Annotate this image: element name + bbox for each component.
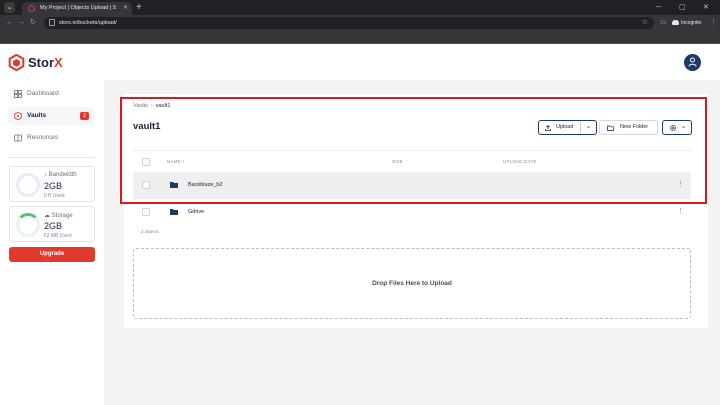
bookmarks-bar <box>0 31 720 44</box>
cloud-icon: ☁ <box>44 213 52 219</box>
app-header: StorX <box>0 44 720 80</box>
row-name[interactable]: Gdrive <box>188 199 204 225</box>
tab-search-button[interactable]: ⌄ <box>4 2 15 13</box>
sidebar: Dashboard Vaults 2 Resources ↓ Bandwidth… <box>0 80 104 405</box>
storx-favicon-icon <box>28 5 35 12</box>
address-bar[interactable]: storx.io/buckets/upload/ ☆ <box>44 17 654 29</box>
breadcrumb-current: vault1 <box>155 103 171 109</box>
bandwidth-progress-ring <box>16 173 40 197</box>
brand-name: StorX <box>28 55 63 70</box>
row-more-icon[interactable]: ⋮ <box>677 172 684 198</box>
upload-icon <box>545 125 551 131</box>
settings-button[interactable]: ⌄ <box>662 120 692 135</box>
folder-icon <box>170 182 178 188</box>
upload-dropzone[interactable]: Drop Files Here to Upload <box>133 248 691 319</box>
bandwidth-title: ↓ Bandwidth <box>44 172 77 178</box>
page-title: vault1 <box>133 121 161 132</box>
table-row[interactable]: Gdrive ⋮ <box>133 199 691 225</box>
sidebar-item-dashboard[interactable]: Dashboard <box>8 85 95 103</box>
reload-icon[interactable]: ↻ <box>30 18 36 28</box>
storage-value: 2GB <box>44 221 63 231</box>
browser-menu-icon[interactable]: ⋮ <box>710 18 717 28</box>
upgrade-button[interactable]: Upgrade <box>9 247 95 262</box>
site-info-icon[interactable] <box>49 19 55 26</box>
row-checkbox[interactable] <box>142 181 150 189</box>
incognito-icon <box>672 20 679 25</box>
row-name[interactable]: Backblaze_b2 <box>188 172 223 198</box>
vault-count-badge: 2 <box>80 112 89 120</box>
dropzone-text: Drop Files Here to Upload <box>372 280 452 287</box>
sidebar-divider <box>8 157 95 158</box>
storage-progress-ring <box>16 213 40 237</box>
user-avatar[interactable] <box>684 54 701 71</box>
tab-title: My Project | Objects Upload | S <box>40 5 117 11</box>
table-row[interactable]: Backblaze_b2 ⋮ <box>133 172 691 198</box>
sidebar-item-resources[interactable]: Resources <box>8 129 95 147</box>
column-name-header[interactable]: NAME ↑ <box>167 151 185 173</box>
browser-tab[interactable]: My Project | Objects Upload | S ✕ <box>22 2 132 15</box>
object-count: 2 objects <box>141 229 160 234</box>
folder-icon <box>170 209 178 215</box>
new-folder-button[interactable]: New Folder <box>599 120 658 135</box>
breadcrumb-chevron-icon: › <box>150 103 153 109</box>
upload-split-divider <box>580 122 581 133</box>
tab-close-icon[interactable]: ✕ <box>123 2 128 15</box>
bandwidth-card: ↓ Bandwidth 2GB 0 B Used <box>9 166 95 202</box>
new-tab-button[interactable]: + <box>136 1 142 14</box>
dashboard-icon <box>14 90 22 98</box>
bandwidth-value: 2GB <box>44 181 63 191</box>
new-folder-icon <box>607 125 614 131</box>
browser-toolbar: ← → ↻ storx.io/buckets/upload/ ☆ ▭ Incog… <box>0 15 720 31</box>
gear-icon <box>669 124 677 132</box>
upload-options-chevron-icon[interactable]: ⌄ <box>586 121 591 134</box>
sidebar-item-vaults[interactable]: Vaults 2 <box>8 107 95 125</box>
forward-arrow-icon[interactable]: → <box>18 18 25 28</box>
user-icon <box>688 57 697 67</box>
column-size-header[interactable]: SIZE <box>392 151 403 173</box>
extensions-icon[interactable]: ▭ <box>660 18 667 28</box>
breadcrumb: Vaults › vault1 <box>133 102 170 110</box>
sidebar-item-label: Vaults <box>27 112 47 119</box>
column-upload-date-header[interactable]: UPLOAD DATE <box>503 151 537 173</box>
browser-tab-bar: ⌄ My Project | Objects Upload | S ✕ + ─ … <box>0 0 720 15</box>
new-folder-label: New Folder <box>620 124 649 130</box>
select-all-checkbox[interactable] <box>142 158 150 166</box>
settings-chevron-down-icon: ⌄ <box>681 124 687 130</box>
row-checkbox[interactable] <box>142 208 150 216</box>
resources-icon <box>14 134 22 142</box>
upload-button-group: Upload ⌄ <box>538 120 597 135</box>
maximize-icon[interactable]: ▢ <box>679 1 686 14</box>
sidebar-item-label: Dashboard <box>27 90 59 97</box>
incognito-label: Incognito <box>681 20 702 26</box>
vault-icon <box>14 112 22 120</box>
breadcrumb-vaults-link[interactable]: Vaults <box>133 103 148 109</box>
storx-logo-icon <box>8 54 25 71</box>
storage-used: 62 MB Used <box>44 233 72 239</box>
minimize-icon[interactable]: ─ <box>656 1 661 14</box>
incognito-indicator[interactable]: Incognito <box>672 18 701 28</box>
sort-arrow-up-icon: ↑ <box>182 159 185 164</box>
row-more-icon[interactable]: ⋮ <box>677 199 684 225</box>
bookmark-star-icon[interactable]: ☆ <box>642 17 648 29</box>
storage-title: ☁ Storage <box>44 213 73 219</box>
url-text: storx.io/buckets/upload/ <box>59 20 117 26</box>
table-header: NAME ↑ SIZE UPLOAD DATE <box>133 150 691 172</box>
sidebar-item-label: Resources <box>27 134 59 141</box>
window-close-icon[interactable]: ✕ <box>703 1 709 14</box>
upload-button[interactable]: Upload <box>556 121 573 134</box>
back-arrow-icon[interactable]: ← <box>6 18 13 28</box>
storage-card: ☁ Storage 2GB 62 MB Used <box>9 206 95 242</box>
bandwidth-used: 0 B Used <box>44 193 65 199</box>
